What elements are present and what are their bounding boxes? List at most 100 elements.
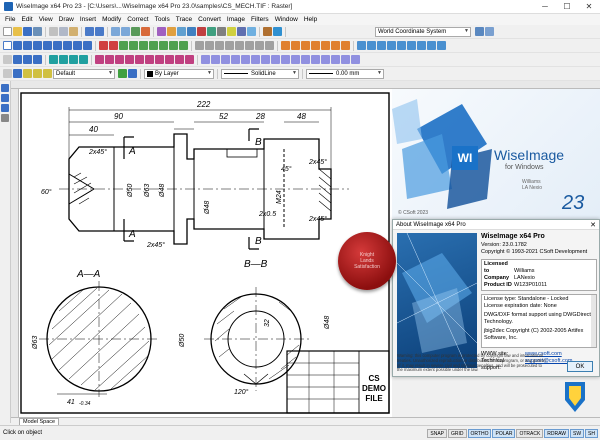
zoom-in-icon[interactable] bbox=[111, 27, 120, 36]
zoom-out-icon[interactable] bbox=[121, 27, 130, 36]
xref-icon[interactable] bbox=[221, 55, 230, 64]
linetype-select[interactable]: SolidLine ▼ bbox=[221, 68, 299, 79]
text-icon[interactable] bbox=[99, 41, 108, 50]
array-icon[interactable] bbox=[165, 55, 174, 64]
menu-image[interactable]: Image bbox=[224, 16, 248, 23]
crop-icon[interactable] bbox=[217, 27, 226, 36]
circle-icon[interactable] bbox=[43, 41, 52, 50]
properties-icon[interactable] bbox=[167, 27, 176, 36]
pointer-icon[interactable] bbox=[1, 84, 9, 92]
menu-draw[interactable]: Draw bbox=[56, 16, 77, 23]
ucs-world-icon[interactable] bbox=[485, 27, 494, 36]
ortho-toggle[interactable]: ORTHO bbox=[467, 428, 492, 438]
open-icon[interactable] bbox=[13, 27, 22, 36]
cut-icon[interactable] bbox=[49, 27, 58, 36]
stretch-icon[interactable] bbox=[149, 41, 158, 50]
spline-icon[interactable] bbox=[73, 41, 82, 50]
snap-tangent-icon[interactable] bbox=[331, 41, 340, 50]
erase-icon[interactable] bbox=[197, 27, 206, 36]
polyline-icon[interactable] bbox=[23, 41, 32, 50]
layer-manager-icon[interactable] bbox=[13, 69, 22, 78]
explode-icon[interactable] bbox=[135, 55, 144, 64]
otrack-toggle[interactable]: OTRACK bbox=[516, 428, 544, 438]
menu-insert[interactable]: Insert bbox=[77, 16, 99, 23]
despeckle-icon[interactable] bbox=[227, 27, 236, 36]
drawing-canvas[interactable]: 222 90 52 28 48 40 2x45° 2x45° 2x45° 2x4… bbox=[19, 89, 392, 417]
raster-line-icon[interactable] bbox=[235, 41, 244, 50]
ordinate-dim-icon[interactable] bbox=[351, 55, 360, 64]
menu-filters[interactable]: Filters bbox=[248, 16, 272, 23]
bring-front-icon[interactable] bbox=[95, 55, 104, 64]
calibrate-icon[interactable] bbox=[387, 41, 396, 50]
tolerance-icon[interactable] bbox=[261, 55, 270, 64]
binarize-icon[interactable] bbox=[397, 41, 406, 50]
save-icon[interactable] bbox=[23, 27, 32, 36]
snap-nearest-icon[interactable] bbox=[341, 41, 350, 50]
license-details[interactable]: License type: Standalone - Locked Licens… bbox=[481, 294, 597, 348]
linear-dim-icon[interactable] bbox=[311, 55, 320, 64]
make-current-icon[interactable] bbox=[128, 69, 137, 78]
sun-icon[interactable] bbox=[43, 69, 52, 78]
center-mark-icon[interactable] bbox=[271, 55, 280, 64]
raster-circle-icon[interactable] bbox=[255, 41, 264, 50]
layer-freeze-icon[interactable] bbox=[49, 55, 58, 64]
copy-icon[interactable] bbox=[59, 27, 68, 36]
menu-trace[interactable]: Trace bbox=[173, 16, 195, 23]
sw-toggle[interactable]: SW bbox=[569, 428, 585, 438]
pan-icon[interactable] bbox=[141, 27, 150, 36]
angular-dim-icon[interactable] bbox=[301, 55, 310, 64]
invert-icon[interactable] bbox=[407, 41, 416, 50]
copy-object-icon[interactable] bbox=[129, 41, 138, 50]
break-icon[interactable] bbox=[185, 55, 194, 64]
leader-icon[interactable] bbox=[251, 55, 260, 64]
dimension-icon[interactable] bbox=[109, 41, 118, 50]
extend-icon[interactable] bbox=[169, 41, 178, 50]
thicken-icon[interactable] bbox=[437, 41, 446, 50]
raster-select-icon[interactable] bbox=[195, 41, 204, 50]
raster-fill-icon[interactable] bbox=[215, 41, 224, 50]
layer-lock-icon[interactable] bbox=[59, 55, 68, 64]
help-icon[interactable] bbox=[273, 27, 282, 36]
thin-icon[interactable] bbox=[427, 41, 436, 50]
ruler-icon[interactable] bbox=[1, 114, 9, 122]
rotate-icon[interactable] bbox=[237, 27, 246, 36]
snap-perpendicular-icon[interactable] bbox=[321, 41, 330, 50]
ungroup-icon[interactable] bbox=[125, 55, 134, 64]
coordinate-system-select[interactable]: World Coordinate System ▼ bbox=[375, 26, 471, 37]
menu-correct[interactable]: Correct bbox=[124, 16, 151, 23]
sh-toggle[interactable]: SH bbox=[585, 428, 598, 438]
maximize-button[interactable]: ☐ bbox=[556, 0, 578, 14]
minimize-button[interactable]: ─ bbox=[534, 0, 556, 14]
trim-icon[interactable] bbox=[159, 41, 168, 50]
deskew-icon[interactable] bbox=[207, 27, 216, 36]
ucs-icon[interactable] bbox=[475, 27, 484, 36]
line-icon[interactable] bbox=[13, 41, 22, 50]
layer-state-icon[interactable] bbox=[23, 69, 32, 78]
scale-icon[interactable] bbox=[139, 41, 148, 50]
layer-select[interactable]: Default ▼ bbox=[53, 68, 115, 79]
close-icon[interactable]: ✕ bbox=[587, 221, 599, 229]
raster-pencil-icon[interactable] bbox=[225, 41, 234, 50]
group-icon[interactable] bbox=[115, 55, 124, 64]
diameter-dim-icon[interactable] bbox=[291, 55, 300, 64]
send-back-icon[interactable] bbox=[105, 55, 114, 64]
lineweight-select[interactable]: 0.00 mm ▼ bbox=[306, 68, 384, 79]
join-icon[interactable] bbox=[145, 55, 154, 64]
polar-toggle[interactable]: POLAR bbox=[492, 428, 516, 438]
snap-intersection-icon[interactable] bbox=[311, 41, 320, 50]
aligned-dim-icon[interactable] bbox=[321, 55, 330, 64]
menu-convert[interactable]: Convert bbox=[195, 16, 224, 23]
select-icon[interactable] bbox=[3, 41, 12, 50]
layer-color-icon[interactable] bbox=[79, 55, 88, 64]
offset-icon[interactable] bbox=[155, 55, 164, 64]
raster-box-icon[interactable] bbox=[265, 41, 274, 50]
menu-file[interactable]: File bbox=[2, 16, 18, 23]
fillet-icon[interactable] bbox=[179, 41, 188, 50]
snap-midpoint-icon[interactable] bbox=[291, 41, 300, 50]
smooth-icon[interactable] bbox=[417, 41, 426, 50]
bulb-icon[interactable] bbox=[33, 69, 42, 78]
block-icon[interactable] bbox=[201, 55, 210, 64]
color-image-icon[interactable] bbox=[23, 55, 32, 64]
layer-on-icon[interactable] bbox=[69, 55, 78, 64]
raster-icon[interactable] bbox=[177, 27, 186, 36]
